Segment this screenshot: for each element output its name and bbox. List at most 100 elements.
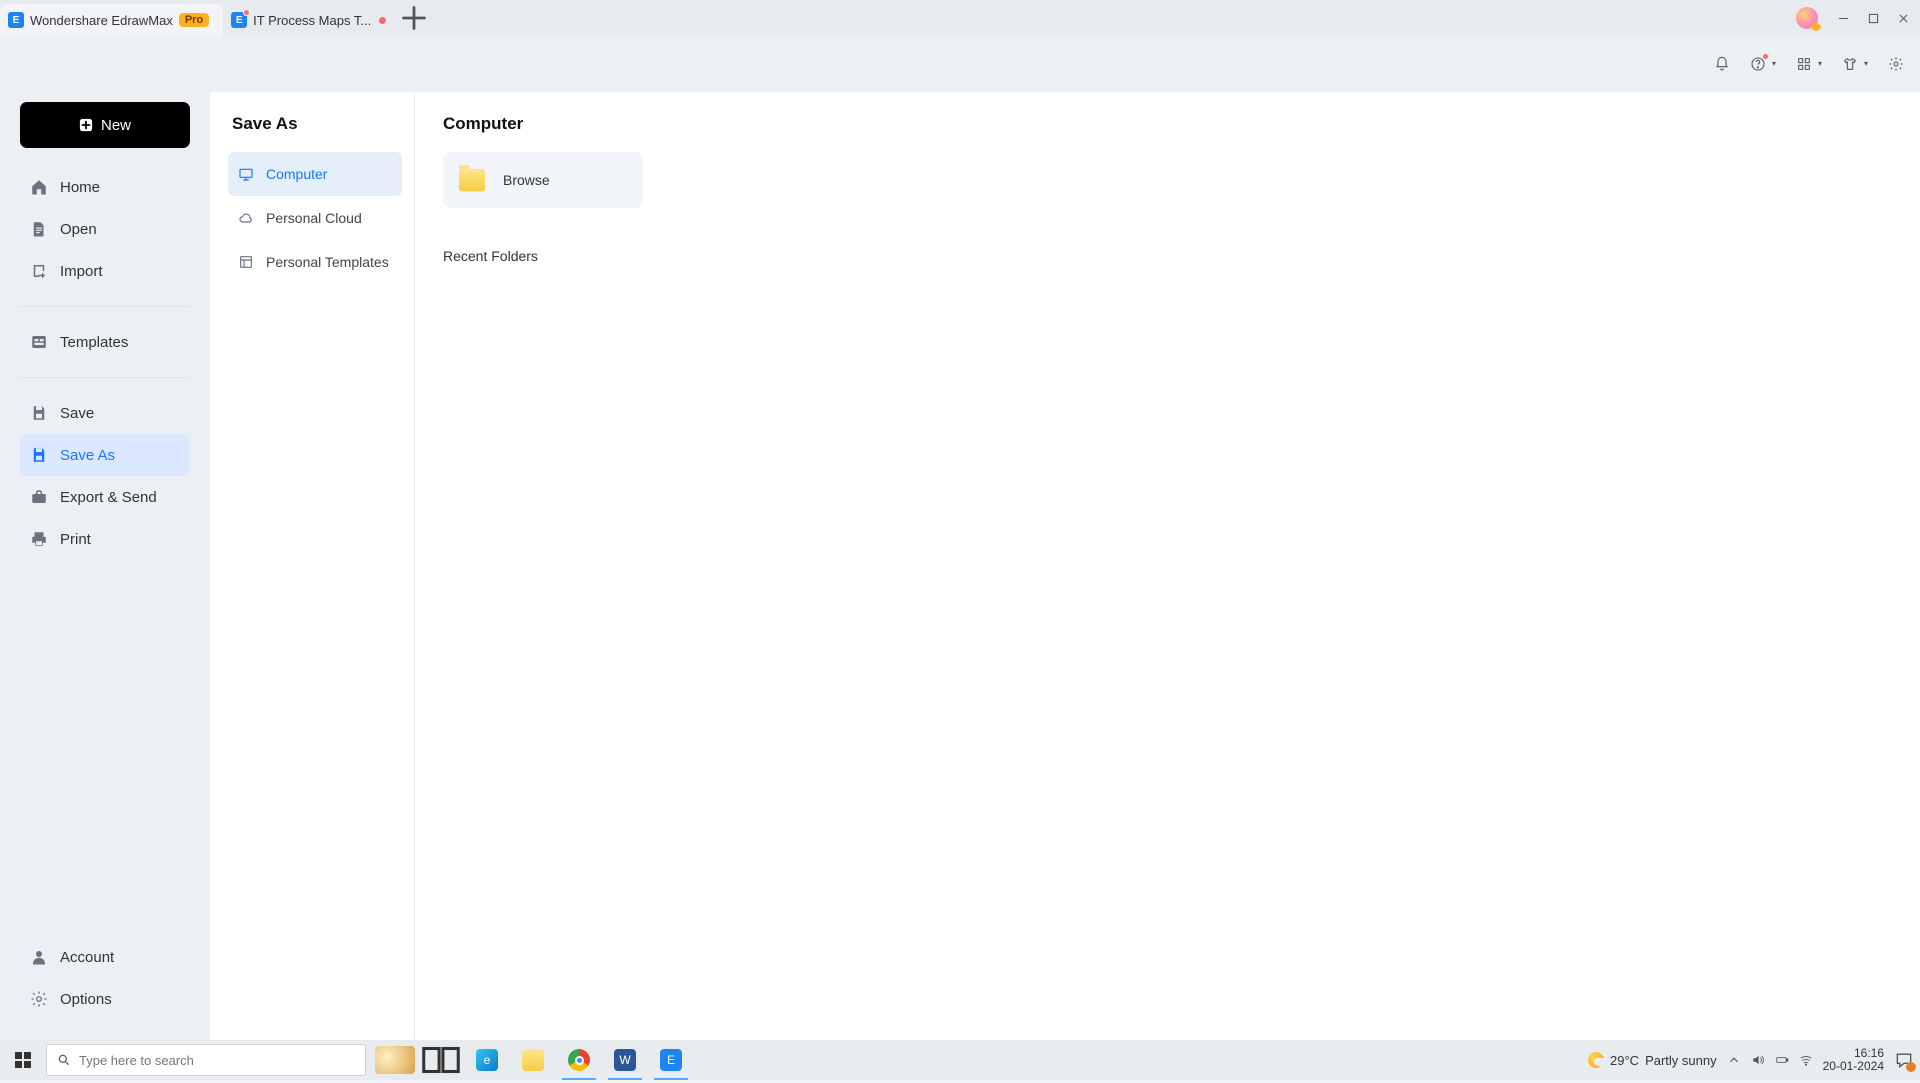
location-item-label: Computer bbox=[266, 166, 327, 182]
tab-app-main-label: Wondershare EdrawMax bbox=[30, 13, 173, 28]
edraw-app-icon: E bbox=[8, 12, 24, 28]
weather-desc: Partly sunny bbox=[1645, 1053, 1717, 1068]
location-item-personal-templates[interactable]: Personal Templates bbox=[228, 240, 402, 284]
taskbar-search-input[interactable] bbox=[79, 1053, 355, 1068]
edraw-doc-icon: E bbox=[231, 12, 247, 28]
close-button[interactable] bbox=[1888, 4, 1918, 32]
tab-document[interactable]: E IT Process Maps T... bbox=[223, 4, 400, 36]
maximize-button[interactable] bbox=[1858, 4, 1888, 32]
minimize-button[interactable] bbox=[1828, 4, 1858, 32]
sidebar-item-label: Open bbox=[60, 221, 97, 238]
chevron-up-icon[interactable] bbox=[1727, 1053, 1741, 1067]
taskbar-app-edraw[interactable]: E bbox=[648, 1040, 694, 1080]
chevron-down-icon: ▾ bbox=[1818, 59, 1822, 68]
sidebar-item-templates[interactable]: Templates bbox=[20, 321, 190, 363]
content-pane: Computer Browse Recent Folders bbox=[415, 92, 1920, 1040]
speaker-icon[interactable] bbox=[1751, 1053, 1765, 1067]
template-icon bbox=[238, 254, 254, 270]
save-location-sidebar: Save As Computer Personal Cloud Personal… bbox=[210, 92, 415, 1040]
sidebar-item-open[interactable]: Open bbox=[20, 208, 190, 250]
sidebar-item-account[interactable]: Account bbox=[20, 936, 190, 978]
sidebar-item-label: Home bbox=[60, 179, 100, 196]
system-tray: 29°C Partly sunny 16:16 20-01-2024 bbox=[1582, 1047, 1920, 1073]
sidebar-item-export-send[interactable]: Export & Send bbox=[20, 476, 190, 518]
sidebar-item-print[interactable]: Print bbox=[20, 518, 190, 560]
browse-button[interactable]: Browse bbox=[443, 152, 643, 208]
edge-icon: e bbox=[476, 1049, 498, 1071]
search-icon bbox=[57, 1053, 71, 1067]
task-view-icon bbox=[418, 1037, 464, 1083]
location-item-computer[interactable]: Computer bbox=[228, 152, 402, 196]
unsaved-dot-icon bbox=[379, 17, 386, 24]
wifi-icon[interactable] bbox=[1799, 1053, 1813, 1067]
taskbar-taskview[interactable] bbox=[418, 1040, 464, 1080]
new-button-label: New bbox=[101, 117, 131, 134]
folder-icon bbox=[459, 169, 485, 191]
sidebar-item-label: Save As bbox=[60, 447, 115, 464]
home-icon bbox=[30, 178, 48, 196]
chevron-down-icon: ▾ bbox=[1772, 59, 1776, 68]
app-tab-strip: E Wondershare EdrawMax Pro E IT Process … bbox=[0, 0, 1920, 36]
sidebar-item-save-as[interactable]: Save As bbox=[20, 434, 190, 476]
bell-icon[interactable] bbox=[1714, 56, 1730, 72]
sidebar-item-home[interactable]: Home bbox=[20, 166, 190, 208]
save-icon bbox=[30, 404, 48, 422]
new-button[interactable]: New bbox=[20, 102, 190, 148]
sidebar-item-label: Templates bbox=[60, 334, 128, 351]
weather-temp: 29°C bbox=[1610, 1053, 1639, 1068]
weather-widget[interactable]: 29°C Partly sunny bbox=[1588, 1052, 1717, 1068]
taskbar-clock[interactable]: 16:16 20-01-2024 bbox=[1823, 1047, 1884, 1073]
location-item-label: Personal Cloud bbox=[266, 210, 362, 226]
briefcase-icon bbox=[30, 488, 48, 506]
header-icon-row: ▾ ▾ ▾ bbox=[0, 36, 1920, 92]
import-icon bbox=[30, 262, 48, 280]
help-icon[interactable] bbox=[1750, 56, 1766, 72]
sidebar-item-import[interactable]: Import bbox=[20, 250, 190, 292]
battery-icon[interactable] bbox=[1775, 1053, 1789, 1067]
word-icon: W bbox=[614, 1049, 636, 1071]
edraw-icon: E bbox=[660, 1049, 682, 1071]
sidebar-item-label: Options bbox=[60, 991, 112, 1008]
add-tab-button[interactable] bbox=[400, 0, 428, 36]
sidebar-item-options[interactable]: Options bbox=[20, 978, 190, 1020]
print-icon bbox=[30, 530, 48, 548]
folder-icon bbox=[522, 1049, 544, 1071]
gear-icon[interactable] bbox=[1888, 56, 1904, 72]
sidebar-item-label: Import bbox=[60, 263, 103, 280]
monitor-icon bbox=[238, 166, 254, 182]
taskbar-search[interactable] bbox=[46, 1044, 366, 1076]
tab-app-main[interactable]: E Wondershare EdrawMax Pro bbox=[0, 4, 223, 36]
chevron-down-icon: ▾ bbox=[1864, 59, 1868, 68]
taskbar-app-edge[interactable]: e bbox=[464, 1040, 510, 1080]
primary-sidebar: New Home Open Import Templates bbox=[0, 92, 210, 1040]
user-icon bbox=[30, 948, 48, 966]
start-button[interactable] bbox=[0, 1040, 46, 1080]
tab-document-label: IT Process Maps T... bbox=[253, 13, 371, 28]
plus-icon bbox=[79, 118, 93, 132]
taskbar-app-word[interactable]: W bbox=[602, 1040, 648, 1080]
weather-icon bbox=[1588, 1052, 1604, 1068]
sidebar-item-label: Account bbox=[60, 949, 114, 966]
cloud-icon bbox=[238, 210, 254, 226]
chrome-icon bbox=[568, 1049, 590, 1071]
user-avatar[interactable] bbox=[1796, 7, 1818, 29]
grid-apps-icon[interactable] bbox=[1796, 56, 1812, 72]
sidebar-item-label: Export & Send bbox=[60, 489, 157, 506]
shirt-icon[interactable] bbox=[1842, 56, 1858, 72]
file-icon bbox=[30, 220, 48, 238]
action-center-icon[interactable] bbox=[1894, 1050, 1914, 1070]
pro-badge: Pro bbox=[179, 13, 209, 27]
windows-icon bbox=[15, 1052, 31, 1068]
sidebar-item-save[interactable]: Save bbox=[20, 392, 190, 434]
location-item-label: Personal Templates bbox=[266, 254, 389, 270]
save-as-title: Save As bbox=[228, 114, 402, 134]
templates-icon bbox=[30, 333, 48, 351]
taskbar-app-explorer[interactable] bbox=[510, 1040, 556, 1080]
taskbar-app-chrome[interactable] bbox=[556, 1040, 602, 1080]
windows-taskbar: e W E 29°C Partly sunny 16:16 20-01-2024 bbox=[0, 1040, 1920, 1080]
browse-label: Browse bbox=[503, 172, 550, 188]
news-thumbnail-icon bbox=[375, 1046, 415, 1074]
location-item-personal-cloud[interactable]: Personal Cloud bbox=[228, 196, 402, 240]
taskbar-news-widget[interactable] bbox=[372, 1040, 418, 1080]
recent-folders-title: Recent Folders bbox=[443, 248, 1892, 264]
